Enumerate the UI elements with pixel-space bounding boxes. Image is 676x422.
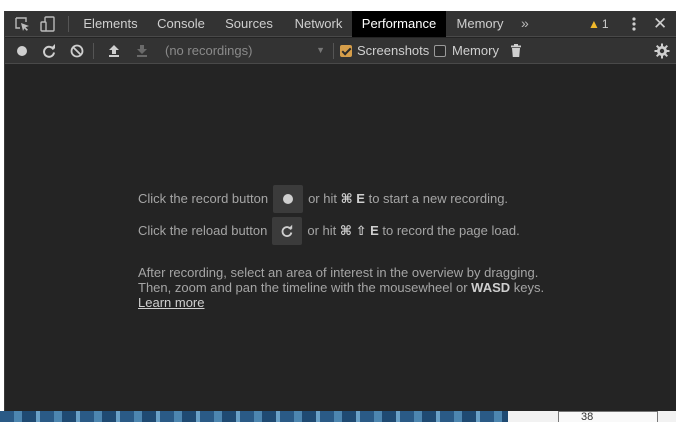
memory-label[interactable]: Memory: [452, 38, 499, 64]
reload-shortcut-keys: ⌘ ⇧ E: [339, 223, 379, 238]
page-number: 38: [581, 411, 594, 422]
wasd-keys: WASD: [471, 280, 511, 295]
reload-instruction-suffix: to record the page load.: [382, 223, 520, 238]
record-shortcut-prefix: or hit: [308, 191, 337, 206]
screenshots-checkbox[interactable]: [340, 45, 352, 57]
screenshots-label[interactable]: Screenshots: [357, 38, 429, 64]
reload-instruction-text: Click the reload button: [138, 223, 268, 238]
recordings-select-value: (no recordings): [165, 43, 253, 58]
overview-instructions-line1: After recording, select an area of inter…: [138, 265, 539, 280]
learn-more-link[interactable]: Learn more: [138, 295, 204, 310]
devtools-window: Elements Console Sources Network Perform…: [4, 11, 676, 411]
record-instruction: Click the record button or hit ⌘ E to sta…: [138, 184, 509, 213]
device-toolbar-icon[interactable]: [39, 15, 57, 33]
reload-record-icon[interactable]: [40, 42, 58, 60]
reload-instruction: Click the reload button or hit ⌘ ⇧ E to r…: [138, 216, 520, 245]
toolbar-divider: [93, 43, 94, 59]
tab-network[interactable]: Network: [285, 11, 352, 37]
load-profile-icon[interactable]: [105, 42, 123, 60]
record-button[interactable]: [273, 184, 304, 213]
overview-instructions: After recording, select an area of inter…: [138, 265, 544, 310]
chevron-down-icon: ▼: [316, 45, 325, 55]
tab-memory[interactable]: Memory: [449, 11, 511, 37]
page-number-box: [558, 411, 658, 422]
close-devtools-button[interactable]: ✕: [653, 11, 667, 37]
tab-bar: Elements Console Sources Network Perform…: [5, 11, 676, 37]
line2-prefix: Then, zoom and pan the timeline with the…: [138, 280, 468, 295]
warnings-counter[interactable]: ▲ 1: [588, 11, 609, 37]
trash-icon[interactable]: [507, 42, 525, 60]
inspect-element-icon[interactable]: [13, 15, 31, 33]
overview-instructions-line2: Then, zoom and pan the timeline with the…: [138, 280, 544, 295]
toolbar-divider: [68, 16, 69, 32]
customize-menu-icon[interactable]: [629, 15, 639, 33]
background-image: [0, 411, 508, 422]
toolbar-divider: [333, 43, 334, 59]
recordings-select[interactable]: (no recordings) ▼: [165, 38, 327, 64]
save-profile-icon[interactable]: [133, 42, 151, 60]
tab-sources[interactable]: Sources: [216, 11, 282, 37]
record-instruction-suffix: to start a new recording.: [368, 191, 509, 206]
record-icon[interactable]: [13, 42, 31, 60]
warning-icon: ▲: [588, 17, 600, 31]
tab-elements[interactable]: Elements: [75, 11, 146, 37]
underlying-page-strip: 38: [0, 411, 676, 422]
tab-performance[interactable]: Performance: [352, 11, 446, 37]
warnings-count: 1: [601, 17, 609, 31]
clear-icon[interactable]: [68, 42, 86, 60]
record-shortcut-keys: ⌘ E: [340, 191, 365, 206]
reload-button[interactable]: [272, 216, 303, 245]
reload-shortcut-prefix: or hit: [307, 223, 337, 238]
memory-checkbox[interactable]: [434, 45, 446, 57]
record-instruction-text: Click the record button: [138, 191, 269, 206]
line2-suffix: keys.: [513, 280, 545, 295]
more-tabs-button[interactable]: »: [521, 11, 529, 37]
performance-toolbar: (no recordings) ▼ Screenshots Memory: [5, 38, 676, 64]
tab-console[interactable]: Console: [148, 11, 214, 37]
gear-icon[interactable]: [653, 42, 671, 60]
